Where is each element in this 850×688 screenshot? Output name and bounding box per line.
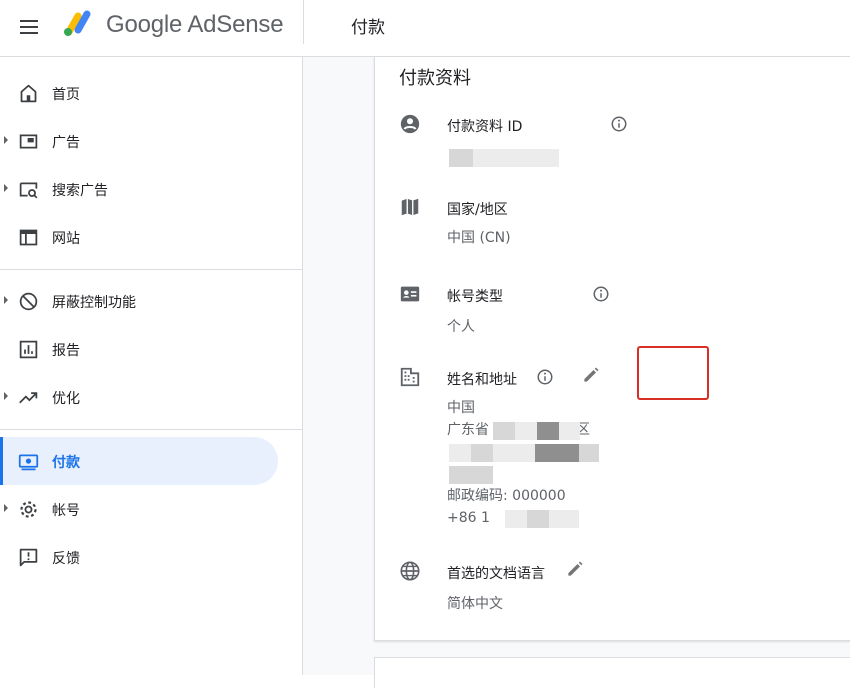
redacted-block [549,510,579,528]
ads-icon [19,134,38,149]
address-phone: +86 1 [447,510,490,526]
address-line-country: 中国 [447,400,475,416]
sidebar-divider [0,269,302,270]
sidebar-item-label: 广告 [52,135,80,151]
sidebar-item-ads[interactable]: 广告 [0,117,278,165]
redacted-block [505,510,527,528]
home-icon [20,84,37,103]
sidebar-item-label: 帐号 [52,503,80,519]
building-icon [400,367,420,387]
account-type-label: 帐号类型 [447,289,503,305]
edit-pencil-icon[interactable] [581,365,601,385]
expand-caret-icon[interactable] [4,392,8,400]
card-title: 付款资料 [399,68,471,89]
sidebar-item-label: 反馈 [52,551,80,567]
info-icon[interactable] [592,285,610,303]
sidebar-item-account[interactable]: 帐号 [0,485,278,533]
redacted-block [449,444,471,462]
redacted-block [527,510,549,528]
payments-icon [18,454,39,471]
sidebar-item-label: 优化 [52,391,80,407]
menu-icon[interactable] [17,15,41,39]
sidebar-item-label: 报告 [52,343,80,359]
page-title: 付款 [351,18,385,38]
redacted-block [559,422,580,440]
sidebar-item-label: 搜索广告 [52,183,108,199]
expand-caret-icon[interactable] [4,504,8,512]
sidebar-item-search-ads[interactable]: 搜索广告 [0,165,278,213]
expand-caret-icon[interactable] [4,296,8,304]
address-postal-code: 邮政编码: 000000 [447,488,566,504]
main-content: 付款资料 付款资料 ID 国家/地区 中国 (CN) 帐号类型 个人 姓名和地址… [303,57,850,688]
redacted-block [493,444,535,462]
redacted-block [535,444,579,462]
search-ads-icon [19,182,38,199]
contact-card-icon [400,286,420,302]
header-divider [303,0,304,44]
feedback-icon [19,548,38,567]
next-card [374,657,850,688]
sidebar-item-blocking-controls[interactable]: 屏蔽控制功能 [0,277,278,325]
info-icon[interactable] [610,115,628,133]
account-type-value: 个人 [447,319,475,335]
country-label: 国家/地区 [447,202,508,218]
reports-icon [19,340,38,359]
map-icon [401,198,419,216]
payments-profile-card: 付款资料 付款资料 ID 国家/地区 中国 (CN) 帐号类型 个人 姓名和地址… [374,57,850,641]
name-address-label: 姓名和地址 [447,372,517,388]
expand-caret-icon[interactable] [4,136,8,144]
block-icon [19,292,38,311]
redacted-block [471,444,493,462]
globe-icon [400,561,420,581]
trending-up-icon [19,392,38,404]
doc-language-value: 简体中文 [447,596,503,612]
edit-highlight-box [637,346,709,400]
sidebar-item-label: 网站 [52,231,80,247]
gear-icon [20,501,37,518]
brand-name: Google AdSense [106,11,284,38]
sidebar-item-feedback[interactable]: 反馈 [0,533,278,581]
redacted-block [515,422,537,440]
top-app-bar: Google AdSense 付款 [0,0,850,57]
sidebar-item-payments[interactable]: 付款 [0,437,278,485]
redacted-block [493,422,515,440]
redacted-block [473,149,559,167]
sidebar-item-label: 首页 [52,87,80,103]
expand-caret-icon[interactable] [4,184,8,192]
sidebar-item-sites[interactable]: 网站 [0,213,278,261]
sidebar-divider [0,429,302,430]
info-icon[interactable] [536,368,554,386]
edit-pencil-icon[interactable] [565,559,585,579]
sidebar-item-label: 屏蔽控制功能 [52,295,136,311]
sidebar-item-label: 付款 [52,455,80,471]
country-value: 中国 (CN) [447,230,511,246]
redacted-block [449,466,493,484]
doc-language-label: 首选的文档语言 [447,566,545,582]
redacted-block [579,444,599,462]
sidebar-item-home[interactable]: 首页 [0,69,278,117]
sidebar-item-optimization[interactable]: 优化 [0,373,278,421]
sites-icon [19,229,38,246]
sidebar: 首页 广告 搜索广告 网站 屏蔽控制功能 报告 优化 付款 帐号 反馈 [0,57,303,675]
address-province-prefix: 广东省 [447,422,489,438]
redacted-block [537,422,559,440]
account-circle-icon [400,114,420,134]
adsense-logo[interactable] [60,8,96,38]
profile-id-label: 付款资料 ID [447,119,523,135]
redacted-block [449,149,473,167]
sidebar-item-reports[interactable]: 报告 [0,325,278,373]
